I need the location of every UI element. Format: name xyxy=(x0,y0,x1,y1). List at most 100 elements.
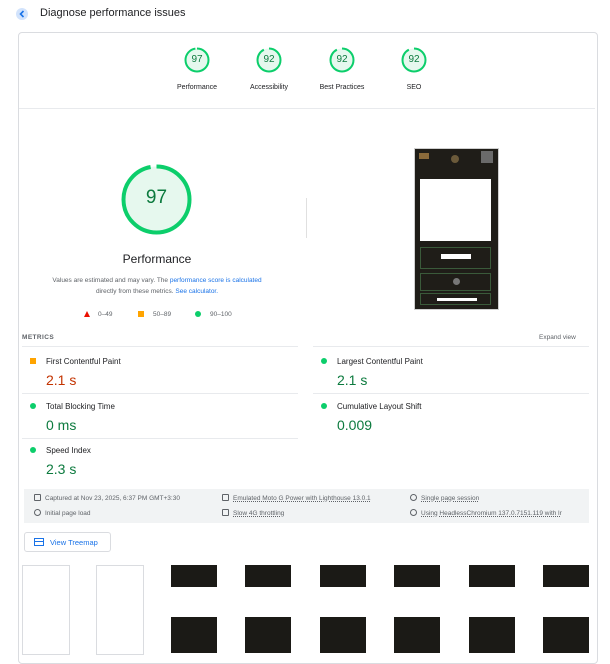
final-screenshot[interactable] xyxy=(414,148,499,310)
good-circle-icon xyxy=(30,447,36,453)
wifi-icon xyxy=(222,509,229,516)
metric-cumulative-layout-shift: Cumulative Layout Shift 0.009 xyxy=(313,400,583,436)
gauge-performance[interactable]: 97 xyxy=(184,47,210,73)
text-block xyxy=(437,298,477,301)
captured-text: Captured at Nov 23, 2025, 6:37 PM GMT+3:… xyxy=(45,495,180,502)
section-header[interactable]: Diagnose performance issues xyxy=(0,0,610,28)
white-block xyxy=(469,587,515,617)
metric-title: First Contentful Paint xyxy=(46,357,121,366)
white-block xyxy=(245,587,291,617)
phone-card xyxy=(420,293,491,305)
good-circle-icon xyxy=(30,403,36,409)
divider xyxy=(306,198,307,238)
phone-card xyxy=(420,273,491,291)
gauge-best-practices[interactable]: 92 xyxy=(329,47,355,73)
score-description-line2: directly from these metrics. See calcula… xyxy=(22,288,292,295)
filmstrip-frame[interactable] xyxy=(22,565,70,655)
session-text: Single page session xyxy=(421,495,480,502)
gauge-seo[interactable]: 92 xyxy=(401,47,427,73)
emulated-device[interactable]: Emulated Moto G Power with Lighthouse 13… xyxy=(222,494,371,502)
white-block xyxy=(543,587,589,617)
metric-speed-index: Speed Index 2.3 s xyxy=(22,444,292,480)
metric-value: 0 ms xyxy=(46,417,77,433)
view-treemap-button[interactable]: View Treemap xyxy=(24,532,111,552)
collapse-icon[interactable] xyxy=(16,8,28,20)
browser-version[interactable]: Using HeadlessChromium 137.0.7151.119 wi… xyxy=(410,509,562,517)
average-square-icon xyxy=(138,311,144,317)
divider xyxy=(19,108,595,109)
captured-at: Captured at Nov 23, 2025, 6:37 PM GMT+3:… xyxy=(34,494,180,502)
image-icon xyxy=(453,278,460,285)
metric-title: Total Blocking Time xyxy=(46,402,115,411)
phone-card xyxy=(420,247,491,269)
performance-gauge: 97 xyxy=(120,163,193,236)
gauge-label-best-practices: Best Practices xyxy=(319,84,365,91)
gauge-label-performance: Performance xyxy=(176,84,218,91)
average-square-icon xyxy=(30,358,36,364)
filmstrip-frame[interactable] xyxy=(394,565,440,653)
calculator-link[interactable]: See calculator. xyxy=(175,288,218,295)
filmstrip-frame[interactable] xyxy=(543,565,589,653)
metrics-heading: METRICS xyxy=(22,334,55,341)
calendar-icon xyxy=(34,494,41,501)
metric-total-blocking-time: Total Blocking Time 0 ms xyxy=(22,400,292,436)
metric-value: 2.3 s xyxy=(46,461,77,477)
divider xyxy=(313,346,589,347)
filmstrip-frame[interactable] xyxy=(469,565,515,653)
good-circle-icon xyxy=(321,403,327,409)
session-type[interactable]: Single page session xyxy=(410,494,479,502)
gauge-score: 97 xyxy=(191,54,203,65)
legend-poor: 0–49 xyxy=(98,311,113,318)
divider xyxy=(22,438,298,439)
description-text: directly from these metrics. xyxy=(95,288,176,295)
throttling-text: Slow 4G throttling xyxy=(233,510,285,517)
white-block xyxy=(420,179,491,241)
logo-icon xyxy=(419,153,429,159)
network-throttling[interactable]: Slow 4G throttling xyxy=(222,509,284,517)
metric-first-contentful-paint: First Contentful Paint 2.1 s xyxy=(22,355,292,391)
filmstrip-frame[interactable] xyxy=(245,565,291,653)
page-load-type: Initial page load xyxy=(34,509,91,517)
text-block xyxy=(441,254,471,259)
load-text: Initial page load xyxy=(45,510,91,517)
gauge-label-accessibility: Accessibility xyxy=(249,84,289,91)
good-circle-icon xyxy=(195,311,201,317)
metric-largest-contentful-paint: Largest Contentful Paint 2.1 s xyxy=(313,355,583,391)
metric-value: 2.1 s xyxy=(337,372,368,388)
score-calculation-link[interactable]: performance score is calculated xyxy=(170,277,262,284)
poor-triangle-icon xyxy=(84,311,90,317)
filmstrip-frame[interactable] xyxy=(171,565,217,653)
device-text: Emulated Moto G Power with Lighthouse 13… xyxy=(233,495,371,502)
people-icon xyxy=(410,494,417,501)
treemap-icon xyxy=(34,538,44,546)
metric-title: Speed Index xyxy=(46,446,91,455)
gauge-accessibility[interactable]: 92 xyxy=(256,47,282,73)
divider xyxy=(22,393,298,394)
metric-title: Cumulative Layout Shift xyxy=(337,402,422,411)
avatar xyxy=(451,155,459,163)
performance-score: 97 xyxy=(145,187,168,208)
metric-value: 2.1 s xyxy=(46,372,77,388)
metric-value: 0.009 xyxy=(337,417,373,433)
legend-good: 90–100 xyxy=(210,311,232,318)
filmstrip-frame[interactable] xyxy=(96,565,144,655)
browser-text: Using HeadlessChromium 137.0.7151.119 wi… xyxy=(421,510,562,517)
legend-average: 50–89 xyxy=(153,311,172,318)
gauge-score: 92 xyxy=(263,54,275,65)
white-block xyxy=(171,587,217,617)
metric-title: Largest Contentful Paint xyxy=(337,357,423,366)
filmstrip-frame[interactable] xyxy=(320,565,366,653)
white-block xyxy=(320,587,366,617)
section-title: Diagnose performance issues xyxy=(40,7,186,19)
divider xyxy=(22,346,298,347)
menu-icon xyxy=(481,151,493,163)
laptop-icon xyxy=(222,494,229,501)
score-description: Values are estimated and may vary. The p… xyxy=(22,277,292,284)
good-circle-icon xyxy=(321,358,327,364)
expand-view-toggle[interactable]: Expand view xyxy=(539,334,576,341)
gauge-score: 92 xyxy=(336,54,348,65)
performance-title: Performance xyxy=(122,252,192,266)
description-text: Values are estimated and may vary. The xyxy=(52,277,170,284)
gauge-label-seo: SEO xyxy=(406,84,422,91)
timer-icon xyxy=(34,509,41,516)
